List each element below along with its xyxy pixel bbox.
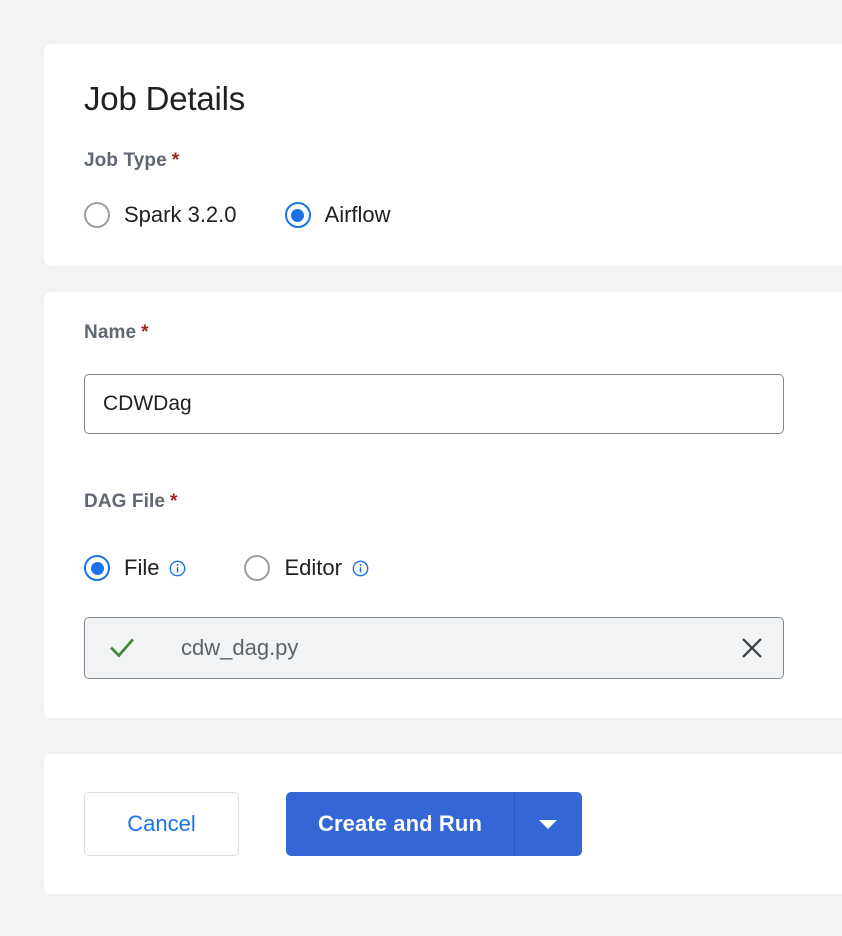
job-type-radio-group: Spark 3.2.0 Airflow bbox=[84, 202, 391, 228]
check-icon bbox=[110, 638, 134, 658]
name-input[interactable] bbox=[84, 374, 784, 434]
job-details-page: Job Details Job Type * Spark 3.2.0 Airflo… bbox=[0, 0, 842, 936]
info-icon-file[interactable] bbox=[169, 560, 186, 577]
radio-option-editor[interactable]: Editor bbox=[244, 555, 369, 581]
radio-editor-indicator[interactable] bbox=[244, 555, 271, 581]
radio-airflow-label: Airflow bbox=[324, 202, 391, 227]
close-icon[interactable] bbox=[739, 635, 765, 661]
radio-spark-indicator[interactable] bbox=[84, 202, 110, 228]
radio-editor-label: Editor bbox=[284, 555, 342, 580]
name-label-group: Name * bbox=[84, 322, 149, 344]
radio-option-file[interactable]: File bbox=[84, 555, 186, 581]
page-title: Job Details bbox=[84, 80, 246, 117]
form-card: Name* DAG File* File Editor bbox=[44, 292, 842, 718]
name-required-marker: * bbox=[141, 322, 149, 343]
uploaded-file-row: cdw_dag.py bbox=[84, 617, 784, 679]
job-type-required-marker: * bbox=[171, 150, 180, 171]
radio-option-airflow[interactable]: Airflow bbox=[284, 202, 391, 228]
radio-airflow-indicator[interactable] bbox=[284, 202, 311, 228]
uploaded-file-name: cdw_dag.py bbox=[181, 635, 299, 660]
create-and-run-split-button: Create and Run bbox=[286, 792, 582, 856]
dag-file-label: DAG File bbox=[84, 491, 166, 512]
dag-file-required-marker: * bbox=[170, 491, 178, 512]
radio-option-spark[interactable]: Spark 3.2.0 bbox=[84, 202, 237, 228]
chevron-down-icon bbox=[539, 819, 558, 829]
dag-file-radio-group: File Editor bbox=[84, 555, 369, 581]
radio-file-label: File bbox=[124, 555, 160, 580]
job-details-card: Job Details Job Type * Spark 3.2.0 Airflo… bbox=[44, 44, 842, 266]
cancel-button[interactable]: Cancel bbox=[84, 792, 239, 856]
create-and-run-button[interactable]: Create and Run bbox=[286, 792, 514, 856]
create-and-run-dropdown-button[interactable] bbox=[514, 792, 582, 856]
radio-spark-label: Spark 3.2.0 bbox=[124, 202, 237, 227]
job-type-label: Job Type bbox=[84, 150, 167, 171]
info-icon-editor[interactable] bbox=[352, 560, 369, 577]
dag-file-label-group: DAG File * bbox=[84, 491, 177, 513]
radio-file-indicator[interactable] bbox=[84, 555, 110, 581]
name-label: Name bbox=[84, 322, 137, 343]
job-type-label-group: Job Type * bbox=[84, 150, 179, 172]
footer-actions-card: Cancel Create and Run bbox=[44, 754, 842, 894]
